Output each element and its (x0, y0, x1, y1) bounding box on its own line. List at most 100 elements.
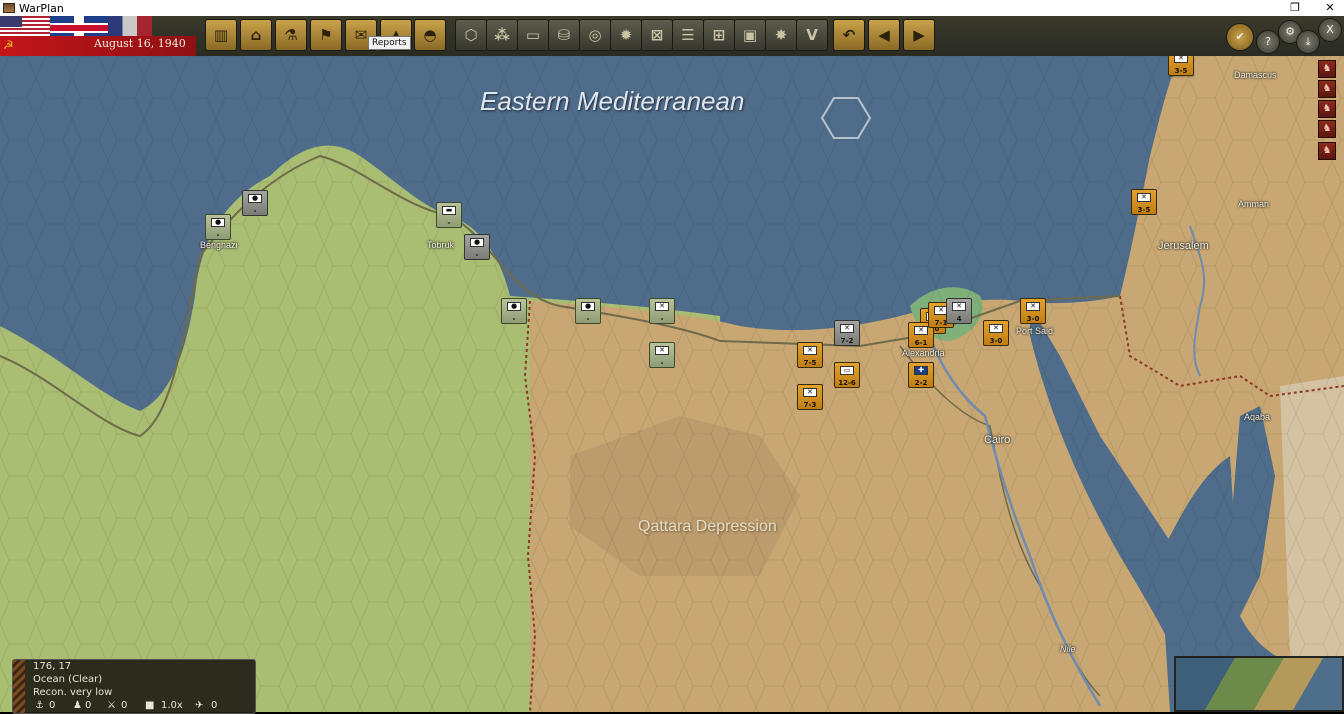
allied-unit[interactable]: ✕ 3-5 (1168, 56, 1194, 76)
production-button[interactable]: ▥ (205, 19, 237, 51)
next-unit-button[interactable]: ▶ (903, 19, 935, 51)
hex-filter-7[interactable]: ⊠ (641, 19, 673, 51)
axis-unit[interactable]: ● - (501, 298, 527, 324)
allied-unit[interactable]: ▭ 12-6 (834, 362, 860, 388)
hex-filter-1[interactable]: ⬡ (455, 19, 487, 51)
hex-filter-3[interactable]: ▭ (517, 19, 549, 51)
hex-filter-12[interactable]: V (796, 19, 828, 51)
city-label: Port Said (1016, 326, 1054, 336)
allied-unit[interactable]: ✕ 7-2 (834, 320, 860, 346)
city-label: Alexandria (902, 348, 945, 358)
research-button[interactable]: ⚗ (275, 19, 307, 51)
city-label: Amman (1238, 199, 1270, 209)
end-turn-button[interactable]: ✔ (1226, 23, 1254, 51)
check-icon: ✔ (1235, 30, 1245, 43)
building-icon: ⌂ (250, 26, 262, 44)
plane-icon: ✈ (195, 700, 204, 711)
hex-icon: ⬡ (464, 26, 478, 44)
exit-button[interactable]: X (1318, 18, 1342, 42)
hex-info-panel: 176, 17 Ocean (Clear) Recon. very low ⚓ … (12, 659, 256, 714)
city-label: Jerusalem (1158, 240, 1209, 252)
minimap[interactable] (1174, 656, 1344, 712)
rail-icon: ☰ (681, 26, 695, 44)
diplomacy-button[interactable]: ⌂ (240, 19, 272, 51)
help-icon: ? (1265, 35, 1271, 48)
hex-filter-2[interactable]: ⁂ (486, 19, 518, 51)
infantry-icon: ✕ (655, 346, 669, 355)
window-title: WarPlan (19, 1, 64, 15)
ship-icon: ▬ (442, 206, 456, 215)
axis-unit[interactable]: ✕ - (649, 342, 675, 368)
allied-unit[interactable]: ✕ 7-3 (797, 384, 823, 410)
save-button[interactable]: ⤓ (1296, 30, 1320, 54)
hex-filter-8[interactable]: ☰ (672, 19, 704, 51)
uk-flag-icon (50, 16, 108, 36)
axis-unit[interactable]: ● - (205, 214, 231, 240)
restore-button[interactable]: ❐ (1281, 0, 1309, 16)
help-button[interactable]: ? (1256, 30, 1280, 54)
hq-icon: ● (470, 238, 484, 247)
hex-filter-5[interactable]: ◎ (579, 19, 611, 51)
gear-icon: ⚙ (1285, 25, 1295, 38)
allied-unit[interactable]: ✕ 4 (946, 298, 972, 324)
allied-unit[interactable]: ✕ 7-5 (797, 342, 823, 368)
explosion-icon: ✸ (774, 26, 788, 44)
infantry-icon: ✕ (1174, 56, 1188, 63)
allied-unit[interactable]: ✕ 3-0 (1020, 298, 1046, 324)
objectives-button[interactable]: ⚑ (310, 19, 342, 51)
hex-filter-9[interactable]: ⊞ (703, 19, 735, 51)
alert-button[interactable]: ♞ (1318, 60, 1336, 78)
france-flag-icon (108, 16, 152, 36)
hammer-sickle-icon: ☭ (3, 38, 14, 52)
undo-button[interactable]: ↶ (833, 19, 865, 51)
undo-icon: ↶ (842, 26, 856, 44)
flag-icon: ⚑ (319, 26, 333, 44)
axis-unit[interactable]: ● - (242, 190, 268, 216)
strategic-map[interactable]: Eastern Mediterranean Qattara Depression… (0, 56, 1344, 712)
infantry-icon: ✕ (1026, 302, 1040, 311)
alert-button[interactable]: ♞ (1318, 100, 1336, 118)
target-icon: ◎ (588, 26, 602, 44)
city-label: Tobruk (427, 240, 455, 250)
alert-button[interactable]: ♞ (1318, 80, 1336, 98)
us-flag-icon (0, 16, 50, 36)
infantry-icon: ✕ (803, 388, 817, 397)
supply-icon: ⛁ (557, 26, 571, 44)
uk-flag-icon: ✚ (914, 366, 928, 375)
hex-filter-6[interactable]: ✹ (610, 19, 642, 51)
city-label: Aqaba (1244, 412, 1271, 422)
hex-coords: 176, 17 (33, 661, 72, 672)
document-icon: ✉ (354, 26, 368, 44)
hex-filter-11[interactable]: ✸ (765, 19, 797, 51)
download-icon: ⤓ (1305, 35, 1311, 48)
grid-icon: ⊞ (712, 26, 726, 44)
hex-filter-4[interactable]: ⛁ (548, 19, 580, 51)
river-label: Nile (1060, 644, 1076, 654)
stat-value: 0 (121, 700, 128, 711)
infantry-icon: ✕ (655, 302, 669, 311)
close-window-button[interactable]: ✕ (1316, 0, 1344, 16)
infantry-icon: ✕ (914, 326, 928, 335)
hex-filter-10[interactable]: ▣ (734, 19, 766, 51)
infantry-icon: ⊠ (650, 26, 664, 44)
axis-unit[interactable]: ▬ - (436, 202, 462, 228)
axis-unit[interactable]: ● - (575, 298, 601, 324)
hex-grid (0, 56, 1344, 712)
prev-unit-button[interactable]: ◀ (868, 19, 900, 51)
soldier-icon: ♟ (73, 700, 82, 711)
axis-unit[interactable]: ● - (464, 234, 490, 260)
cluster-icon: ⁂ (494, 26, 510, 44)
infantry-icon: ✕ (803, 346, 817, 355)
axis-unit[interactable]: ✕ - (649, 298, 675, 324)
allied-unit[interactable]: ✕ 3-0 (983, 320, 1009, 346)
units-button[interactable]: ◓ (414, 19, 446, 51)
anchor-icon: ⚓ (35, 700, 44, 711)
allied-unit[interactable]: ✕ 3-5 (1131, 189, 1157, 215)
allied-unit[interactable]: ✚ 2-2 (908, 362, 934, 388)
alert-button[interactable]: ♞ (1318, 120, 1336, 138)
microscope-icon: ⚗ (284, 26, 298, 44)
close-icon: X (1326, 23, 1334, 36)
arrow-right-icon: ▶ (913, 26, 925, 44)
alert-button[interactable]: ♞ (1318, 142, 1336, 160)
app-icon (3, 3, 15, 13)
